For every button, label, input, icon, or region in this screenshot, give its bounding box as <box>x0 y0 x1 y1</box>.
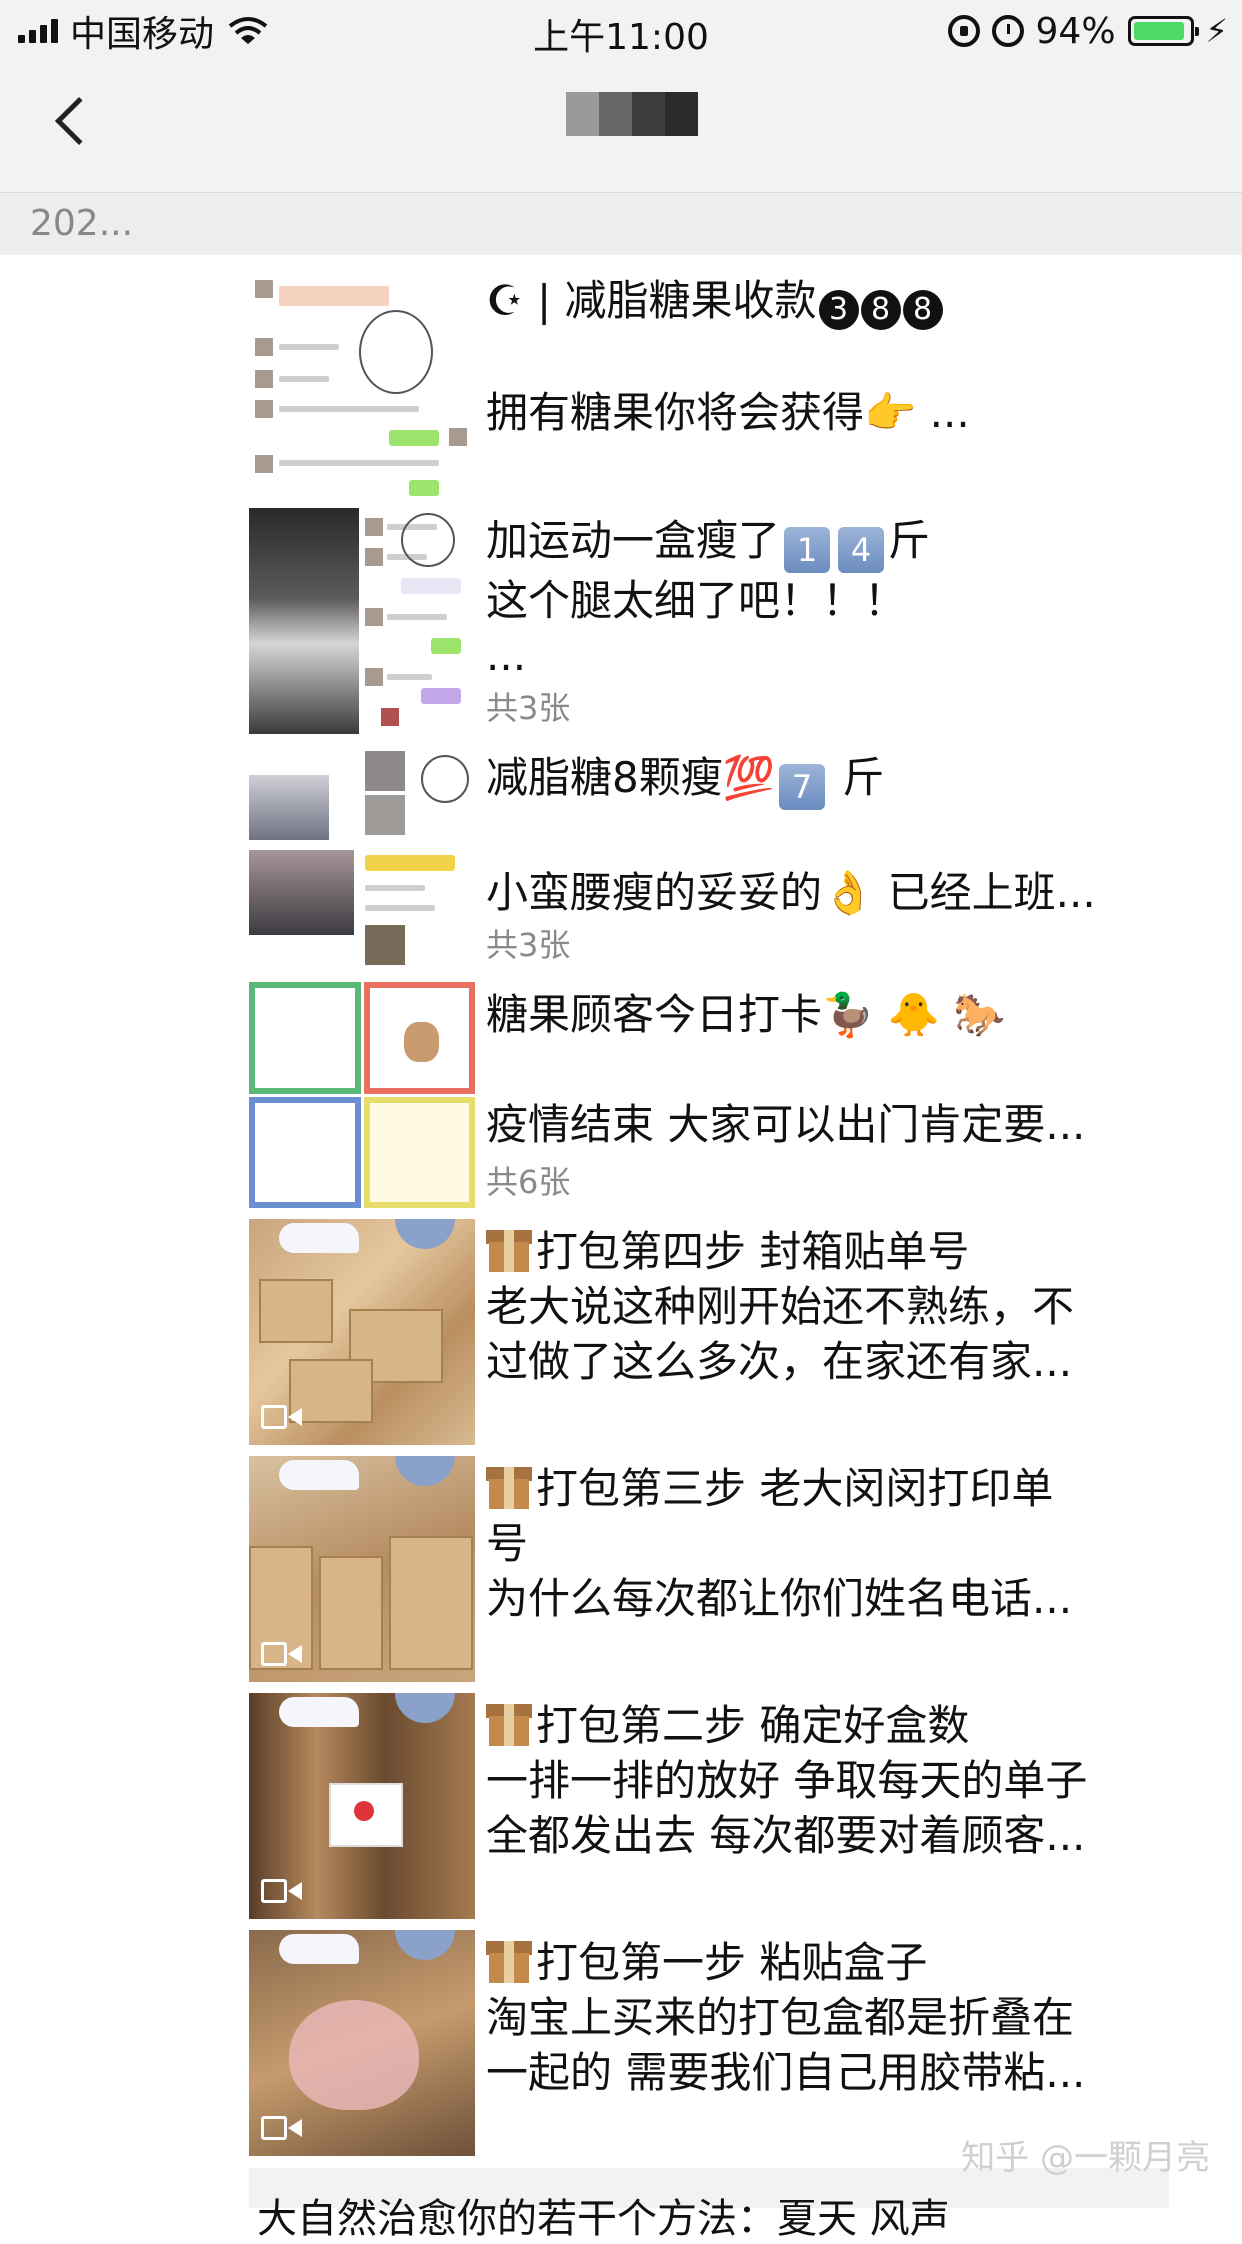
post-text: 打包第二步 确定好盒数 一排一排的放好 争取每天的单子 全都发出去 每次都要对着… <box>486 1701 1088 1860</box>
post-text: 打包第三步 老大闵闵打印单 号 为什么每次都让你们姓名电话... <box>486 1464 1073 1623</box>
video-thumbnail[interactable] <box>249 1456 475 1682</box>
badge-digit: 3 <box>818 290 859 330</box>
post-text: 糖果顾客今日打卡🦆 🐥 🐎 疫情结束 大家可以出门肯定要... <box>486 990 1086 1149</box>
post-text: 减脂糖8颗瘦💯 7 斤 小蛮腰瘦的妥妥的👌 已经上班... <box>486 753 1096 917</box>
battery-icon <box>1127 16 1199 46</box>
post-text: 打包第一步 粘贴盒子 淘宝上买来的打包盒都是折叠在 一起的 需要我们自己用胶带粘… <box>486 1938 1086 2097</box>
battery-percent: 94% <box>1035 10 1116 52</box>
year-header: 202... <box>0 193 1242 255</box>
post-text: ☪ | 减脂糖果收款 3 8 8 拥有糖果你将会获得👉 ... <box>486 276 970 437</box>
video-camera-icon <box>261 2116 305 2142</box>
video-thumbnail[interactable] <box>249 1219 475 1445</box>
package-icon <box>486 1228 532 1274</box>
post-text: 打包第四步 封箱贴单号 老大说这种刚开始还不熟练，不 过做了这么多次，在家还有家… <box>486 1227 1075 1386</box>
nav-bar <box>0 62 1242 193</box>
video-thumbnail[interactable] <box>249 1930 475 2156</box>
partial-post-text: 大自然治愈你的若干个方法：夏天 风声 <box>257 2196 950 2242</box>
zhihu-watermark: 知乎 @一颗月亮 <box>961 2138 1210 2178</box>
video-thumbnail[interactable] <box>249 1693 475 1919</box>
post-text: 加运动一盒瘦了 1 4 斤 这个腿太细了吧！！！ ... <box>486 516 931 680</box>
alarm-icon <box>991 15 1024 47</box>
badge-digit: 8 <box>902 290 943 330</box>
image-count: 共3张 <box>486 926 571 964</box>
badge-digit: 8 <box>860 290 901 330</box>
post-thumbnail[interactable] <box>249 270 475 510</box>
back-chevron-icon[interactable] <box>54 96 104 146</box>
post-thumbnail[interactable] <box>249 982 475 1208</box>
package-icon <box>486 1465 532 1511</box>
image-count: 共3张 <box>486 689 571 727</box>
moments-feed[interactable]: ☪ | 减脂糖果收款 3 8 8 拥有糖果你将会获得👉 ... 加运动一盒瘦了 1 4 斤 … <box>0 255 1242 2208</box>
video-camera-icon <box>261 1642 305 1668</box>
package-icon <box>486 1702 532 1748</box>
charging-icon: ⚡ <box>1205 12 1228 50</box>
post-thumbnail[interactable] <box>249 508 475 734</box>
video-camera-icon <box>261 1405 305 1431</box>
pixelated-title <box>566 92 698 136</box>
rotation-lock-icon <box>947 15 980 47</box>
image-count: 共6张 <box>486 1163 571 1201</box>
video-camera-icon <box>261 1879 305 1905</box>
package-icon <box>486 1939 532 1985</box>
status-bar: 中国移动 上午11:00 94% ⚡ <box>0 0 1242 62</box>
year-label: 202... <box>30 203 134 244</box>
post-thumbnail[interactable] <box>249 745 475 971</box>
